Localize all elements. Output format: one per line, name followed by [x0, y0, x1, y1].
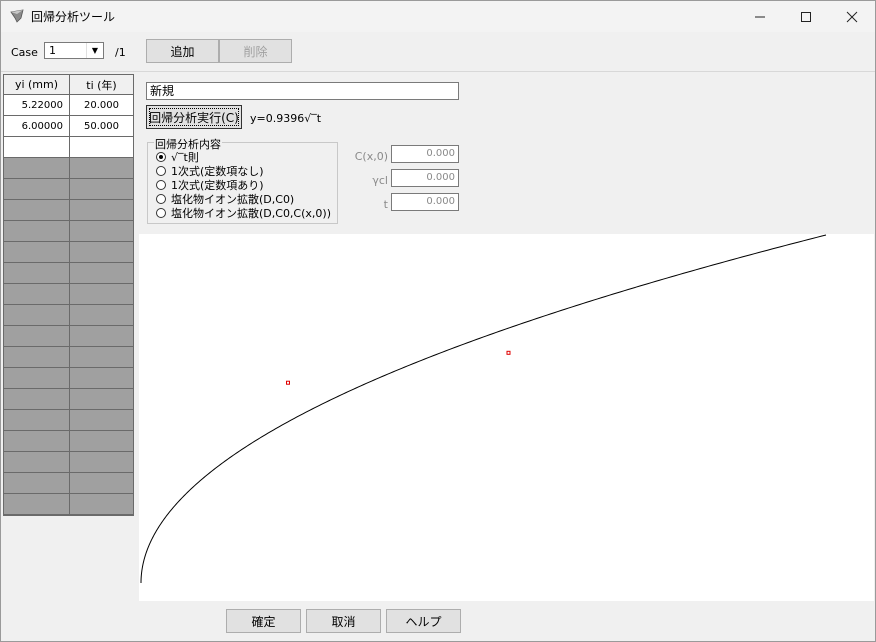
radio-button	[156, 166, 166, 176]
grid-empty-cell	[70, 494, 133, 515]
grid-empty-cell	[70, 431, 133, 452]
grid-empty-cell	[4, 431, 70, 452]
grid-empty-cell	[4, 179, 70, 200]
fit-curve	[140, 234, 827, 584]
grid-empty-cell	[4, 242, 70, 263]
grid-empty-cell	[70, 158, 133, 179]
grid-empty-cell	[70, 452, 133, 473]
radio-chloride-d-c0[interactable]: 塩化物イオン拡散(D,C0)	[156, 192, 294, 206]
grid-empty-cell	[4, 263, 70, 284]
radio-linear-const[interactable]: 1次式(定数項あり)	[156, 178, 264, 192]
grid-empty-cell	[70, 200, 133, 221]
radio-chloride-d-c0-cx0[interactable]: 塩化物イオン拡散(D,C0,C(x,0))	[156, 206, 331, 220]
case-total: /1	[115, 46, 126, 59]
grid-empty-cell	[4, 389, 70, 410]
grid-empty-cell	[4, 494, 70, 515]
param-input-cx0[interactable]: 0.000	[391, 145, 459, 163]
title-bar: 回帰分析ツール	[1, 1, 875, 32]
window-title: 回帰分析ツール	[31, 10, 116, 24]
grid-empty-cell	[70, 368, 133, 389]
case-name-input[interactable]: 新規	[146, 82, 459, 100]
plot-canvas	[140, 234, 827, 584]
grid-empty-cell	[70, 410, 133, 431]
minimize-icon	[755, 16, 765, 17]
param-label-t: t	[383, 198, 388, 211]
grid-empty-cell	[4, 305, 70, 326]
toolbar: Case 1 ▼ /1 追加 削除	[1, 33, 875, 72]
grid-empty-cell	[70, 263, 133, 284]
grid-empty-cell	[4, 410, 70, 431]
help-button[interactable]: ヘルプ	[386, 609, 461, 633]
delete-button[interactable]: 削除	[219, 39, 292, 63]
close-icon	[846, 11, 858, 22]
grid-empty-cell	[4, 326, 70, 347]
app-window: 回帰分析ツール Case 1 ▼ /1 追加 削除 yi (mm) ti (年)…	[0, 0, 876, 642]
minimize-button[interactable]	[737, 1, 783, 32]
grid-header-ti[interactable]: ti (年)	[70, 75, 133, 95]
grid-empty-cell	[4, 368, 70, 389]
radio-button	[156, 152, 166, 162]
grid-empty-cell	[70, 389, 133, 410]
grid-header-yi[interactable]: yi (mm)	[4, 75, 70, 95]
grid-cell[interactable]: 6.00000	[4, 116, 70, 137]
radio-linear-no-const[interactable]: 1次式(定数項なし)	[156, 164, 264, 178]
radio-sqrt-t[interactable]: √‾t則	[156, 150, 199, 164]
grid-empty-cell	[70, 473, 133, 494]
data-point	[506, 350, 511, 355]
param-label-cx0: C(x,0)	[354, 150, 388, 163]
grid-cell[interactable]: 5.22000	[4, 95, 70, 116]
grid-empty-cell	[70, 221, 133, 242]
grid-empty-cell	[4, 515, 70, 516]
add-button[interactable]: 追加	[146, 39, 219, 63]
maximize-button[interactable]	[783, 1, 829, 32]
grid-empty-cell	[4, 473, 70, 494]
grid-empty-cell	[70, 179, 133, 200]
footer: 確定 取消 ヘルプ	[1, 601, 875, 641]
regression-type-group: 回帰分析内容 √‾t則 1次式(定数項なし) 1次式(定数項あり) 塩化物イオン…	[147, 136, 338, 224]
radio-button	[156, 208, 166, 218]
grid-empty-cell	[4, 200, 70, 221]
grid-empty-cell	[70, 515, 134, 516]
grid-empty-cell	[4, 284, 70, 305]
case-label: Case	[11, 46, 38, 59]
cancel-button[interactable]: 取消	[306, 609, 381, 633]
regression-formula: y=0.9396√‾t	[250, 112, 322, 125]
radio-label: 塩化物イオン拡散(D,C0,C(x,0))	[171, 207, 331, 220]
grid-cell[interactable]: 50.000	[70, 116, 133, 137]
grid-cell[interactable]	[70, 137, 133, 158]
grid-cell[interactable]	[4, 137, 70, 158]
grid-empty-cell	[70, 347, 133, 368]
data-grid[interactable]: yi (mm) ti (年) 5.22000 20.000 6.00000 50…	[3, 74, 134, 516]
case-select[interactable]: 1 ▼	[44, 42, 104, 59]
case-select-value: 1	[49, 44, 56, 57]
param-input-t[interactable]: 0.000	[391, 193, 459, 211]
param-input-gamma-cl[interactable]: 0.000	[391, 169, 459, 187]
grid-cell[interactable]: 20.000	[70, 95, 133, 116]
grid-empty-cell	[4, 221, 70, 242]
chevron-down-icon: ▼	[86, 43, 103, 58]
grid-empty-cell	[70, 242, 133, 263]
param-label-gamma-cl: γcl	[372, 174, 388, 187]
radio-button	[156, 194, 166, 204]
grid-empty-cell	[4, 158, 70, 179]
grid-empty-cell	[4, 452, 70, 473]
run-regression-button[interactable]: 回帰分析実行(C)	[146, 105, 242, 129]
close-button[interactable]	[829, 1, 875, 32]
grid-empty-cell	[70, 326, 133, 347]
grid-empty-cell	[70, 284, 133, 305]
regression-plot	[139, 234, 874, 601]
app-icon	[10, 9, 24, 23]
ok-button[interactable]: 確定	[226, 609, 301, 633]
maximize-icon	[801, 11, 811, 22]
radio-button	[156, 180, 166, 190]
grid-empty-cell	[4, 347, 70, 368]
grid-empty-cell	[70, 305, 133, 326]
data-point	[286, 380, 290, 385]
